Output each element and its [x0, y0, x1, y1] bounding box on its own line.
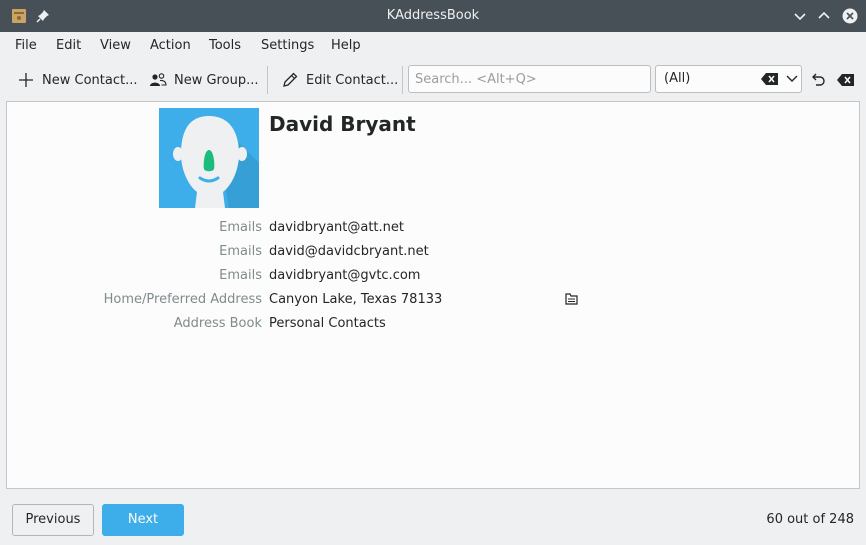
new-group-label: New Group... — [174, 72, 259, 88]
next-button[interactable]: Next — [102, 504, 184, 536]
previous-button[interactable]: Previous — [12, 504, 94, 536]
default-avatar-icon — [173, 116, 259, 208]
new-contact-button[interactable]: New Contact... — [17, 64, 137, 96]
menu-edit[interactable]: Edit — [56, 32, 81, 60]
new-group-button[interactable]: New Group... — [149, 64, 258, 96]
email-link[interactable]: davidbryant@att.net — [269, 220, 404, 235]
address-value: Canyon Lake, Texas 78133 — [269, 292, 443, 307]
menu-settings[interactable]: Settings — [261, 32, 314, 60]
menu-action[interactable]: Action — [150, 32, 191, 60]
field-label-emails: Emails — [219, 268, 262, 283]
window-title: KAddressBook — [386, 8, 480, 23]
address-book-value: Personal Contacts — [269, 316, 386, 331]
toolbar-separator — [402, 66, 403, 94]
search-input[interactable] — [408, 65, 651, 93]
minimize-icon[interactable] — [792, 8, 808, 24]
maximize-icon[interactable] — [816, 8, 832, 24]
close-icon[interactable] — [842, 8, 858, 24]
menu-file[interactable]: File — [15, 32, 37, 60]
field-label-emails: Emails — [219, 220, 262, 235]
contact-view-panel: David Bryant Emails davidbryant@att.net … — [6, 101, 860, 489]
email-link[interactable]: davidbryant@gvtc.com — [269, 268, 420, 283]
field-label-emails: Emails — [219, 244, 262, 259]
menu-bar: File Edit View Action Tools Settings Hel… — [0, 32, 866, 60]
email-link[interactable]: david@davidcbryant.net — [269, 244, 429, 259]
toolbar-separator — [267, 66, 268, 94]
contact-counter: 60 out of 248 — [766, 512, 854, 527]
plus-icon — [19, 73, 33, 87]
clear-filter-icon[interactable] — [761, 72, 779, 86]
pencil-icon — [283, 72, 298, 87]
edit-contact-button[interactable]: Edit Contact... — [281, 64, 398, 96]
field-label-address-book: Address Book — [173, 316, 262, 331]
menu-tools[interactable]: Tools — [209, 32, 241, 60]
show-map-icon[interactable] — [565, 293, 578, 305]
clear-search-icon[interactable] — [836, 73, 856, 87]
filter-selected-value: (All) — [664, 71, 691, 86]
title-bar: KAddressBook — [0, 0, 866, 32]
contact-photo — [159, 108, 259, 208]
edit-contact-label: Edit Contact... — [306, 72, 399, 88]
filter-combobox[interactable]: (All) — [655, 65, 802, 93]
new-contact-label: New Contact... — [42, 72, 138, 88]
contact-name: David Bryant — [269, 112, 416, 136]
menu-help[interactable]: Help — [331, 32, 361, 60]
field-label-address: Home/Preferred Address — [103, 292, 262, 307]
menu-view[interactable]: View — [100, 32, 131, 60]
chevron-down-icon[interactable] — [786, 74, 798, 84]
undo-icon[interactable] — [810, 72, 826, 88]
group-icon — [150, 73, 167, 86]
